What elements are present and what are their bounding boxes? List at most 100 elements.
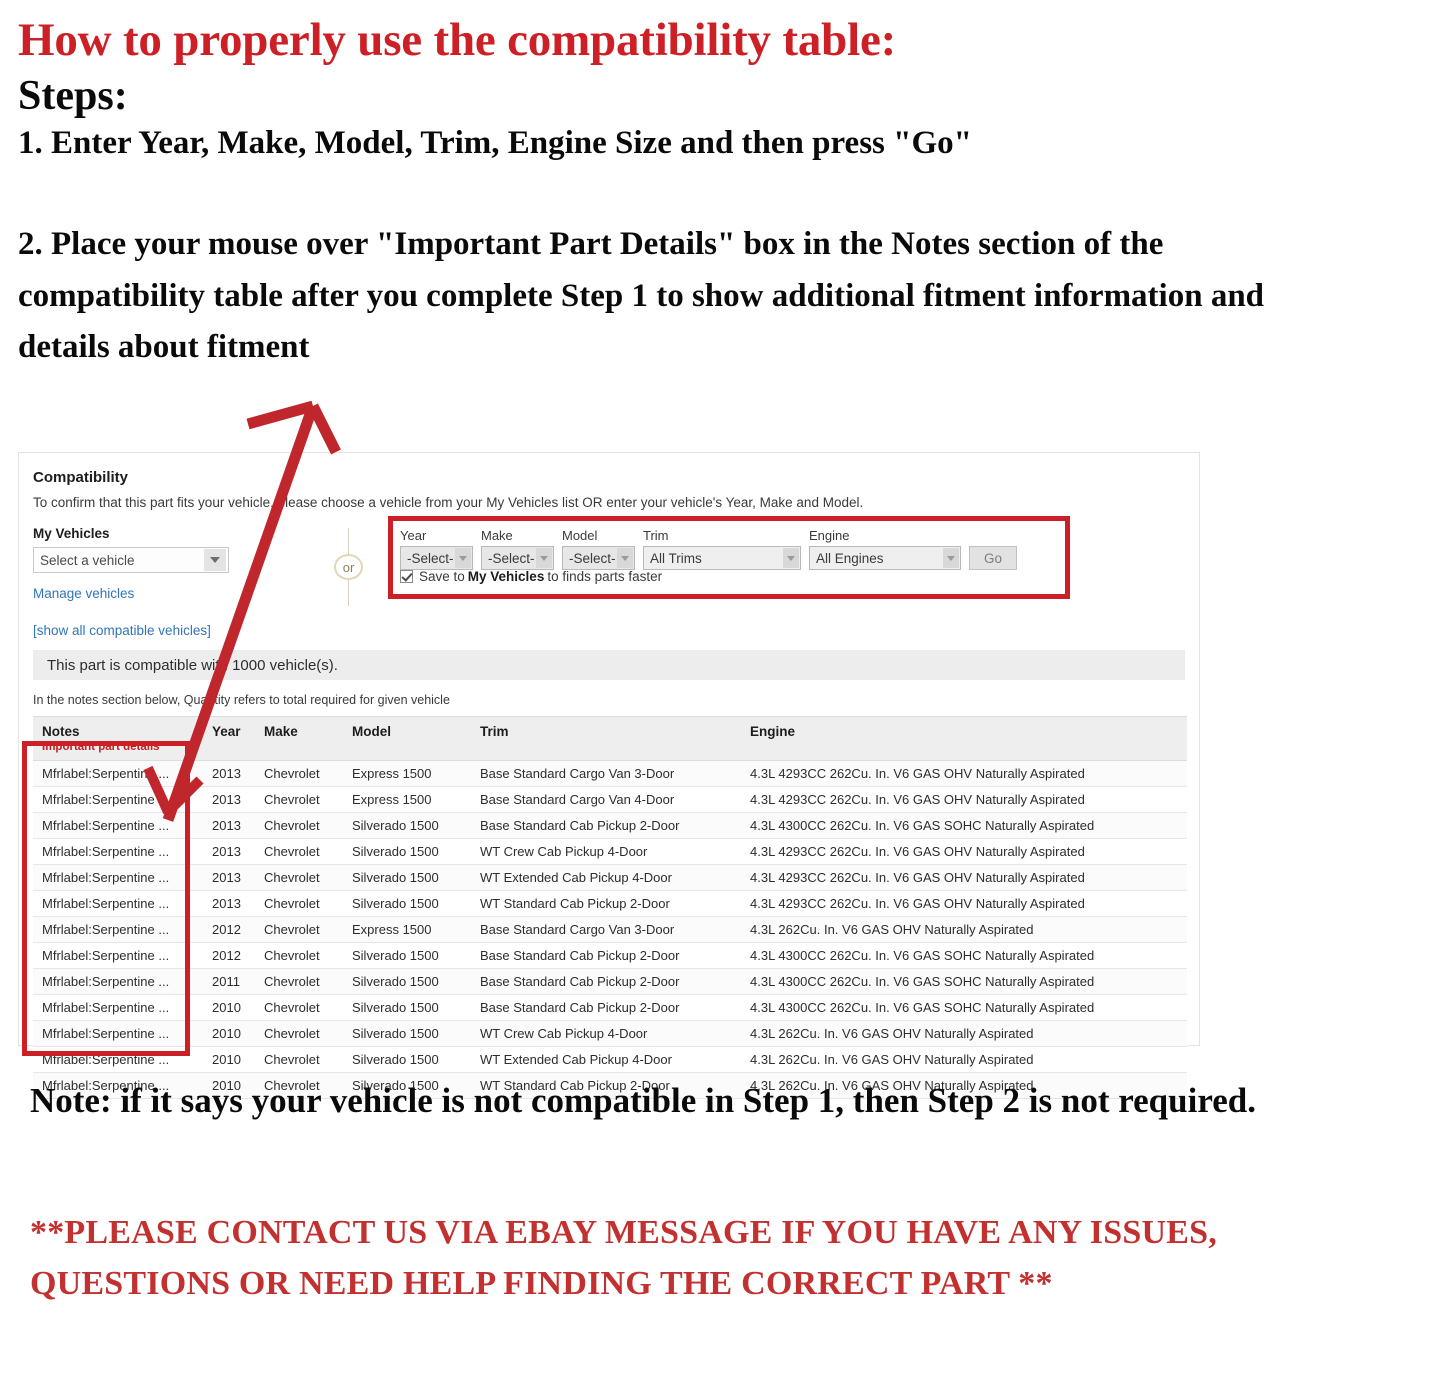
cell-notes[interactable]: Mfrlabel:Serpentine ... — [33, 942, 203, 969]
cell-engine: 4.3L 262Cu. In. V6 GAS OHV Naturally Asp… — [741, 916, 1187, 943]
cell-year: 2013 — [203, 838, 255, 865]
trim-select-value: All Trims — [650, 550, 702, 566]
cell-model: Silverado 1500 — [343, 942, 471, 969]
cell-model: Silverado 1500 — [343, 838, 471, 865]
cell-make: Chevrolet — [255, 786, 343, 813]
save-to-my-vehicles-checkbox[interactable] — [400, 570, 413, 583]
cell-make: Chevrolet — [255, 890, 343, 917]
model-select-value: -Select- — [569, 550, 616, 566]
cell-engine: 4.3L 4300CC 262Cu. In. V6 GAS SOHC Natur… — [741, 968, 1187, 995]
cell-model: Silverado 1500 — [343, 994, 471, 1021]
cell-notes[interactable]: Mfrlabel:Serpentine ... — [33, 838, 203, 865]
manage-vehicles-link[interactable]: Manage vehicles — [33, 586, 283, 601]
year-select[interactable]: -Select- — [400, 546, 473, 570]
table-row[interactable]: Mfrlabel:Serpentine ... 2013 Chevrolet Silv… — [33, 838, 1187, 865]
table-row[interactable]: Mfrlabel:Serpentine ... 2012 Chevrolet Silv… — [33, 942, 1187, 969]
engine-select-value: All Engines — [816, 550, 884, 566]
chevron-down-icon[interactable] — [536, 548, 552, 568]
chevron-down-icon[interactable] — [455, 548, 471, 568]
step-1-text: 1. Enter Year, Make, Model, Trim, Engine… — [18, 125, 972, 162]
cell-engine: 4.3L 4293CC 262Cu. In. V6 GAS OHV Natura… — [741, 760, 1187, 787]
table-row[interactable]: Mfrlabel:Serpentine ... 2010 Chevrolet Silv… — [33, 994, 1187, 1021]
or-badge-label: or — [334, 554, 363, 580]
compatible-count-banner: This part is compatible with 1000 vehicl… — [33, 650, 1185, 680]
table-row[interactable]: Mfrlabel:Serpentine ... 2013 Chevrolet Expr… — [33, 760, 1187, 787]
page-title: How to properly use the compatibility ta… — [18, 14, 897, 66]
cell-notes[interactable]: Mfrlabel:Serpentine ... — [33, 1046, 203, 1073]
vehicle-selector-form: Year -Select- Make -Select- Model -Selec… — [400, 528, 1017, 570]
header-make[interactable]: Make — [255, 716, 343, 761]
table-row[interactable]: Mfrlabel:Serpentine ... 2013 Chevrolet Silv… — [33, 864, 1187, 891]
cell-engine: 4.3L 4300CC 262Cu. In. V6 GAS SOHC Natur… — [741, 812, 1187, 839]
cell-notes[interactable]: Mfrlabel:Serpentine ... — [33, 968, 203, 995]
header-model[interactable]: Model — [343, 716, 471, 761]
make-select[interactable]: -Select- — [481, 546, 554, 570]
cell-trim: Base Standard Cargo Van 3-Door — [471, 760, 741, 787]
cell-notes[interactable]: Mfrlabel:Serpentine ... — [33, 812, 203, 839]
make-label: Make — [481, 528, 513, 543]
cell-trim: Base Standard Cab Pickup 2-Door — [471, 968, 741, 995]
my-vehicles-label: My Vehicles — [33, 526, 110, 541]
cell-model: Silverado 1500 — [343, 968, 471, 995]
cell-model: Silverado 1500 — [343, 890, 471, 917]
engine-field: Engine All Engines — [809, 528, 961, 570]
cell-year: 2013 — [203, 812, 255, 839]
cell-make: Chevrolet — [255, 994, 343, 1021]
table-row[interactable]: Mfrlabel:Serpentine ... 2011 Chevrolet Silv… — [33, 968, 1187, 995]
engine-label: Engine — [809, 528, 850, 543]
header-trim[interactable]: Trim — [471, 716, 741, 761]
chevron-down-icon[interactable] — [617, 548, 633, 568]
engine-select[interactable]: All Engines — [809, 546, 961, 570]
instructions-block: How to properly use the compatibility ta… — [18, 14, 1358, 374]
chevron-down-icon[interactable] — [204, 549, 226, 571]
cell-model: Express 1500 — [343, 916, 471, 943]
cell-notes[interactable]: Mfrlabel:Serpentine ... — [33, 760, 203, 787]
cell-engine: 4.3L 4293CC 262Cu. In. V6 GAS OHV Natura… — [741, 864, 1187, 891]
my-vehicles-select-value: Select a vehicle — [40, 552, 135, 568]
trim-select[interactable]: All Trims — [643, 546, 801, 570]
table-row[interactable]: Mfrlabel:Serpentine ... 2013 Chevrolet Silv… — [33, 812, 1187, 839]
arrow-head-left — [246, 400, 315, 430]
cell-engine: 4.3L 4300CC 262Cu. In. V6 GAS SOHC Natur… — [741, 994, 1187, 1021]
header-year[interactable]: Year — [203, 716, 255, 761]
cell-notes[interactable]: Mfrlabel:Serpentine ... — [33, 864, 203, 891]
my-vehicles-select[interactable]: Select a vehicle — [33, 547, 229, 573]
important-part-details-label[interactable]: Important part details — [42, 741, 194, 753]
go-button[interactable]: Go — [969, 546, 1017, 570]
save-bold-label: My Vehicles — [467, 569, 545, 584]
cell-year: 2011 — [203, 968, 255, 995]
cell-notes[interactable]: Mfrlabel:Serpentine ... — [33, 994, 203, 1021]
save-to-my-vehicles-row[interactable]: Save to My Vehicles to finds parts faste… — [400, 569, 662, 584]
cell-year: 2013 — [203, 786, 255, 813]
footer-note: Note: if it says your vehicle is not com… — [30, 1081, 1256, 1120]
cell-notes[interactable]: Mfrlabel:Serpentine ... — [33, 1020, 203, 1047]
chevron-down-icon[interactable] — [783, 548, 799, 568]
chevron-down-icon[interactable] — [943, 548, 959, 568]
cell-make: Chevrolet — [255, 942, 343, 969]
cell-notes[interactable]: Mfrlabel:Serpentine ... — [33, 890, 203, 917]
cell-year: 2013 — [203, 864, 255, 891]
cell-year: 2013 — [203, 890, 255, 917]
table-row[interactable]: Mfrlabel:Serpentine ... 2013 Chevrolet Expr… — [33, 786, 1187, 813]
header-engine[interactable]: Engine — [741, 716, 1187, 761]
or-separator: or — [329, 528, 369, 606]
cell-notes[interactable]: Mfrlabel:Serpentine ... — [33, 916, 203, 943]
cell-make: Chevrolet — [255, 1046, 343, 1073]
table-row[interactable]: Mfrlabel:Serpentine ... 2010 Chevrolet Silv… — [33, 1046, 1187, 1073]
cell-trim: Base Standard Cab Pickup 2-Door — [471, 812, 741, 839]
show-all-compatible-vehicles-link[interactable]: [show all compatible vehicles] — [33, 623, 283, 638]
table-row[interactable]: Mfrlabel:Serpentine ... 2012 Chevrolet Expr… — [33, 916, 1187, 943]
cell-trim: Base Standard Cab Pickup 2-Door — [471, 942, 741, 969]
cell-make: Chevrolet — [255, 916, 343, 943]
make-select-value: -Select- — [488, 550, 535, 566]
model-select[interactable]: -Select- — [562, 546, 635, 570]
cell-notes[interactable]: Mfrlabel:Serpentine ... — [33, 786, 203, 813]
cell-model: Silverado 1500 — [343, 812, 471, 839]
cell-year: 2010 — [203, 1020, 255, 1047]
header-notes[interactable]: Notes Important part details — [33, 716, 203, 761]
cell-year: 2013 — [203, 760, 255, 787]
cell-trim: WT Crew Cab Pickup 4-Door — [471, 838, 741, 865]
table-row[interactable]: Mfrlabel:Serpentine ... 2010 Chevrolet Silv… — [33, 1020, 1187, 1047]
cell-make: Chevrolet — [255, 760, 343, 787]
table-row[interactable]: Mfrlabel:Serpentine ... 2013 Chevrolet Silv… — [33, 890, 1187, 917]
